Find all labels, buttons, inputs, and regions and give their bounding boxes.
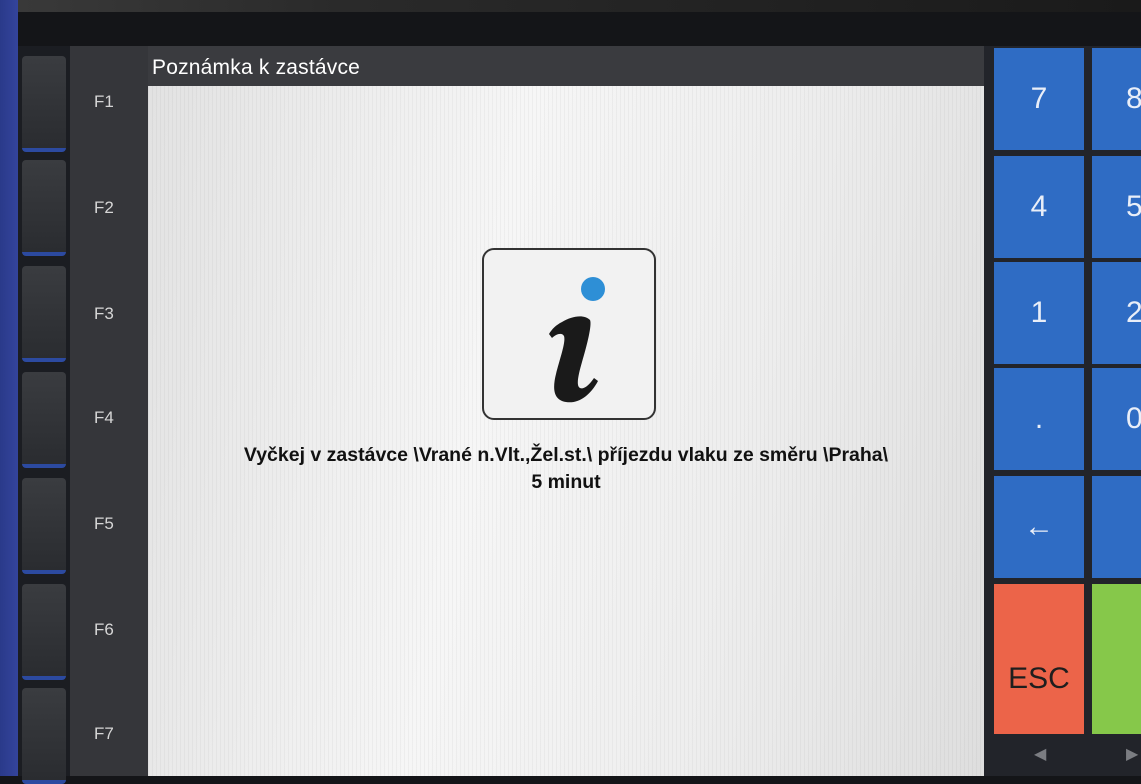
dialog-message: Vyčkej v zastávce \Vrané n.Vlt.,Žel.st.\… [148,442,984,496]
nav-left-arrow-icon[interactable]: ◀ [1034,744,1046,764]
hardware-f5-button[interactable] [22,478,66,574]
f5-label: F5 [94,514,114,533]
hardware-f6-button[interactable] [22,584,66,680]
confirm-button[interactable] [1092,584,1141,734]
dialog-body [148,86,984,776]
key-0[interactable]: 0 [1092,368,1141,470]
f1-label: F1 [94,92,114,111]
device-bezel-top [0,0,1141,12]
key-1[interactable]: 1 [994,262,1084,364]
key-decimal[interactable]: . [994,368,1084,470]
key-5[interactable]: 5 [1092,156,1141,258]
hardware-f4-button[interactable] [22,372,66,468]
f7-label: F7 [94,724,114,743]
key-2[interactable]: 2 [1092,262,1141,364]
hardware-f2-button[interactable] [22,160,66,256]
key-backspace[interactable]: ← [994,476,1084,578]
key-8[interactable]: 8 [1092,48,1141,150]
hardware-f3-button[interactable] [22,266,66,362]
f2-label: F2 [94,198,114,217]
device-bezel-left [0,0,18,776]
info-icon [482,248,656,420]
nav-right-arrow-icon[interactable]: ▶ [1126,744,1138,764]
key-blank[interactable] [1092,476,1141,578]
hardware-f1-button[interactable] [22,56,66,152]
message-line-2: 5 minut [531,471,601,493]
f4-label: F4 [94,408,114,427]
f6-label: F6 [94,620,114,639]
dialog-title: Poznámka k zastávce [152,56,361,79]
key-7[interactable]: 7 [994,48,1084,150]
f3-label: F3 [94,304,114,323]
esc-button[interactable]: ESC [994,584,1084,734]
message-line-1: Vyčkej v zastávce \Vrané n.Vlt.,Žel.st.\… [243,444,889,466]
key-4[interactable]: 4 [994,156,1084,258]
hardware-f7-button[interactable] [22,688,66,784]
